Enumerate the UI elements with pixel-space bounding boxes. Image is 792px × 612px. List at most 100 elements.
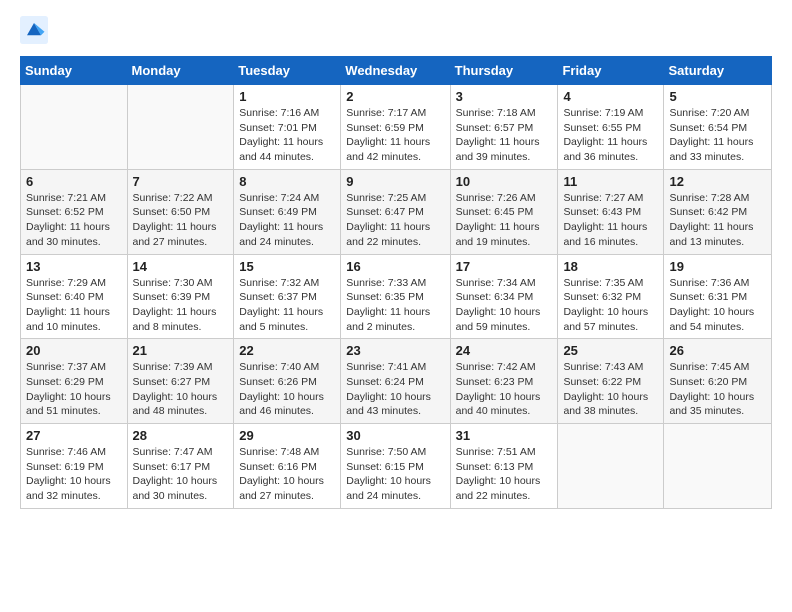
calendar-cell: 1 Sunrise: 7:16 AMSunset: 7:01 PMDaylight… <box>234 85 341 170</box>
calendar-week-row: 6Sunrise: 7:21 AMSunset: 6:52 PMDaylight… <box>21 169 772 254</box>
calendar-week-row: 20Sunrise: 7:37 AMSunset: 6:29 PMDayligh… <box>21 339 772 424</box>
calendar-cell: 30 Sunrise: 7:50 AMSunset: 6:15 PMDayligh… <box>341 424 450 509</box>
day-info: Sunrise: 7:35 AMSunset: 6:32 PMDaylight:… <box>563 276 658 335</box>
day-number: 5 <box>669 89 766 104</box>
weekday-header-thursday: Thursday <box>450 57 558 85</box>
calendar-cell <box>127 85 234 170</box>
calendar-cell: 26 Sunrise: 7:45 AMSunset: 6:20 PMDayligh… <box>664 339 772 424</box>
day-info: Sunrise: 7:47 AMSunset: 6:17 PMDaylight:… <box>133 445 229 504</box>
calendar-cell: 11 Sunrise: 7:27 AMSunset: 6:43 PMDayligh… <box>558 169 664 254</box>
day-info: Sunrise: 7:34 AMSunset: 6:34 PMDaylight:… <box>456 276 553 335</box>
calendar-cell: 2 Sunrise: 7:17 AMSunset: 6:59 PMDaylight… <box>341 85 450 170</box>
day-number: 27 <box>26 428 122 443</box>
day-number: 28 <box>133 428 229 443</box>
day-info: Sunrise: 7:48 AMSunset: 6:16 PMDaylight:… <box>239 445 335 504</box>
day-number: 31 <box>456 428 553 443</box>
day-info: Sunrise: 7:21 AMSunset: 6:52 PMDaylight:… <box>26 191 122 250</box>
day-info: Sunrise: 7:45 AMSunset: 6:20 PMDaylight:… <box>669 360 766 419</box>
calendar-cell: 7 Sunrise: 7:22 AMSunset: 6:50 PMDaylight… <box>127 169 234 254</box>
day-number: 23 <box>346 343 444 358</box>
calendar-cell: 21 Sunrise: 7:39 AMSunset: 6:27 PMDayligh… <box>127 339 234 424</box>
logo-icon <box>20 16 48 44</box>
day-info: Sunrise: 7:43 AMSunset: 6:22 PMDaylight:… <box>563 360 658 419</box>
calendar-cell <box>558 424 664 509</box>
weekday-header-saturday: Saturday <box>664 57 772 85</box>
day-number: 16 <box>346 259 444 274</box>
weekday-header-tuesday: Tuesday <box>234 57 341 85</box>
calendar-cell: 6Sunrise: 7:21 AMSunset: 6:52 PMDaylight… <box>21 169 128 254</box>
calendar-cell: 22 Sunrise: 7:40 AMSunset: 6:26 PMDayligh… <box>234 339 341 424</box>
day-info: Sunrise: 7:19 AMSunset: 6:55 PMDaylight:… <box>563 106 658 165</box>
day-info: Sunrise: 7:27 AMSunset: 6:43 PMDaylight:… <box>563 191 658 250</box>
day-info: Sunrise: 7:22 AMSunset: 6:50 PMDaylight:… <box>133 191 229 250</box>
day-info: Sunrise: 7:40 AMSunset: 6:26 PMDaylight:… <box>239 360 335 419</box>
calendar-cell: 20Sunrise: 7:37 AMSunset: 6:29 PMDayligh… <box>21 339 128 424</box>
weekday-header-wednesday: Wednesday <box>341 57 450 85</box>
day-number: 13 <box>26 259 122 274</box>
day-number: 4 <box>563 89 658 104</box>
day-info: Sunrise: 7:25 AMSunset: 6:47 PMDaylight:… <box>346 191 444 250</box>
day-number: 8 <box>239 174 335 189</box>
day-number: 11 <box>563 174 658 189</box>
day-info: Sunrise: 7:24 AMSunset: 6:49 PMDaylight:… <box>239 191 335 250</box>
day-number: 22 <box>239 343 335 358</box>
day-info: Sunrise: 7:46 AMSunset: 6:19 PMDaylight:… <box>26 445 122 504</box>
calendar-cell: 27 Sunrise: 7:46 AMSunset: 6:19 PMDayligh… <box>21 424 128 509</box>
calendar-cell: 15Sunrise: 7:32 AMSunset: 6:37 PMDayligh… <box>234 254 341 339</box>
day-info: Sunrise: 7:32 AMSunset: 6:37 PMDaylight:… <box>239 276 335 335</box>
calendar-cell: 13 Sunrise: 7:29 AMSunset: 6:40 PMDayligh… <box>21 254 128 339</box>
day-info: Sunrise: 7:29 AMSunset: 6:40 PMDaylight:… <box>26 276 122 335</box>
day-number: 29 <box>239 428 335 443</box>
calendar-cell: 17 Sunrise: 7:34 AMSunset: 6:34 PMDayligh… <box>450 254 558 339</box>
weekday-header-monday: Monday <box>127 57 234 85</box>
page-header <box>20 16 772 44</box>
calendar-cell: 25Sunrise: 7:43 AMSunset: 6:22 PMDayligh… <box>558 339 664 424</box>
calendar-cell: 4 Sunrise: 7:19 AMSunset: 6:55 PMDaylight… <box>558 85 664 170</box>
calendar-cell: 19Sunrise: 7:36 AMSunset: 6:31 PMDayligh… <box>664 254 772 339</box>
day-number: 18 <box>563 259 658 274</box>
calendar-cell: 23 Sunrise: 7:41 AMSunset: 6:24 PMDayligh… <box>341 339 450 424</box>
day-number: 24 <box>456 343 553 358</box>
day-number: 7 <box>133 174 229 189</box>
calendar-cell: 8 Sunrise: 7:24 AMSunset: 6:49 PMDaylight… <box>234 169 341 254</box>
day-info: Sunrise: 7:41 AMSunset: 6:24 PMDaylight:… <box>346 360 444 419</box>
calendar-cell: 31 Sunrise: 7:51 AMSunset: 6:13 PMDayligh… <box>450 424 558 509</box>
calendar-cell: 29 Sunrise: 7:48 AMSunset: 6:16 PMDayligh… <box>234 424 341 509</box>
weekday-header-row: SundayMondayTuesdayWednesdayThursdayFrid… <box>21 57 772 85</box>
day-info: Sunrise: 7:18 AMSunset: 6:57 PMDaylight:… <box>456 106 553 165</box>
day-number: 30 <box>346 428 444 443</box>
day-number: 10 <box>456 174 553 189</box>
calendar-cell <box>21 85 128 170</box>
day-info: Sunrise: 7:33 AMSunset: 6:35 PMDaylight:… <box>346 276 444 335</box>
weekday-header-sunday: Sunday <box>21 57 128 85</box>
day-number: 17 <box>456 259 553 274</box>
day-number: 12 <box>669 174 766 189</box>
day-info: Sunrise: 7:30 AMSunset: 6:39 PMDaylight:… <box>133 276 229 335</box>
day-info: Sunrise: 7:39 AMSunset: 6:27 PMDaylight:… <box>133 360 229 419</box>
day-number: 21 <box>133 343 229 358</box>
day-info: Sunrise: 7:36 AMSunset: 6:31 PMDaylight:… <box>669 276 766 335</box>
day-info: Sunrise: 7:51 AMSunset: 6:13 PMDaylight:… <box>456 445 553 504</box>
calendar-cell <box>664 424 772 509</box>
day-info: Sunrise: 7:50 AMSunset: 6:15 PMDaylight:… <box>346 445 444 504</box>
day-number: 26 <box>669 343 766 358</box>
calendar-week-row: 1 Sunrise: 7:16 AMSunset: 7:01 PMDaylight… <box>21 85 772 170</box>
day-number: 2 <box>346 89 444 104</box>
day-number: 14 <box>133 259 229 274</box>
day-number: 9 <box>346 174 444 189</box>
day-info: Sunrise: 7:28 AMSunset: 6:42 PMDaylight:… <box>669 191 766 250</box>
calendar-cell: 10 Sunrise: 7:26 AMSunset: 6:45 PMDayligh… <box>450 169 558 254</box>
day-info: Sunrise: 7:20 AMSunset: 6:54 PMDaylight:… <box>669 106 766 165</box>
day-number: 1 <box>239 89 335 104</box>
day-info: Sunrise: 7:42 AMSunset: 6:23 PMDaylight:… <box>456 360 553 419</box>
day-info: Sunrise: 7:16 AMSunset: 7:01 PMDaylight:… <box>239 106 335 165</box>
day-info: Sunrise: 7:26 AMSunset: 6:45 PMDaylight:… <box>456 191 553 250</box>
calendar-table: SundayMondayTuesdayWednesdayThursdayFrid… <box>20 56 772 509</box>
day-info: Sunrise: 7:17 AMSunset: 6:59 PMDaylight:… <box>346 106 444 165</box>
calendar-cell: 16 Sunrise: 7:33 AMSunset: 6:35 PMDayligh… <box>341 254 450 339</box>
calendar-cell: 28 Sunrise: 7:47 AMSunset: 6:17 PMDayligh… <box>127 424 234 509</box>
day-number: 3 <box>456 89 553 104</box>
logo <box>20 16 52 44</box>
calendar-cell: 5 Sunrise: 7:20 AMSunset: 6:54 PMDaylight… <box>664 85 772 170</box>
weekday-header-friday: Friday <box>558 57 664 85</box>
